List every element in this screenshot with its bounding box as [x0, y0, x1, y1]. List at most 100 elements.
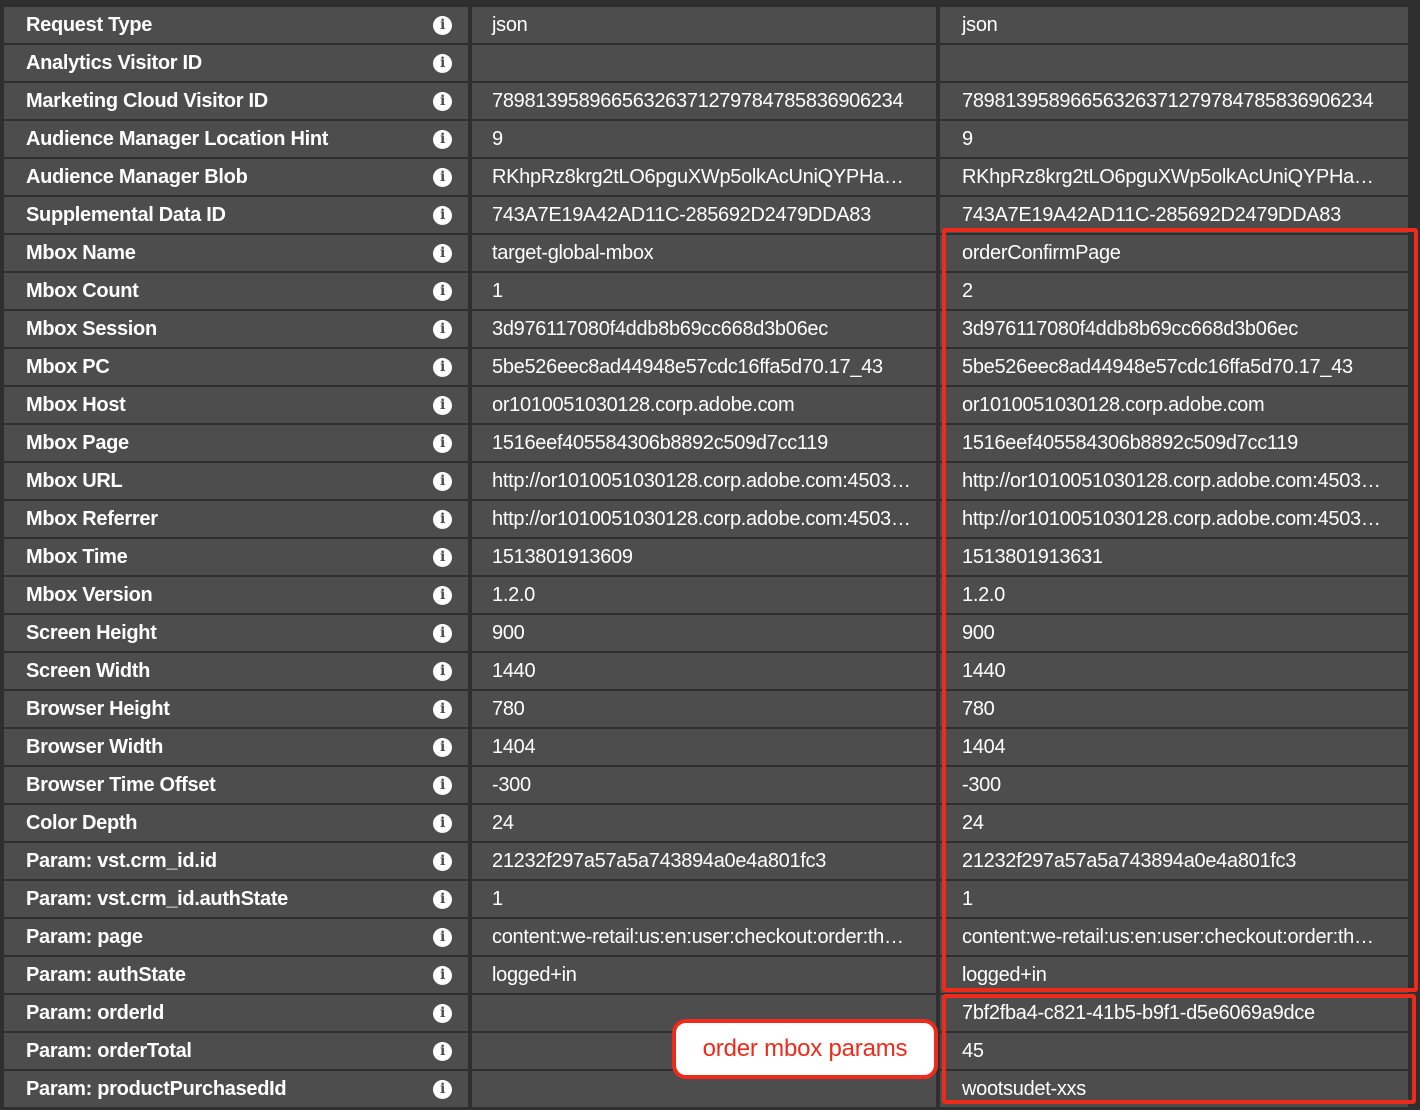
info-icon[interactable]: i	[433, 928, 452, 947]
request-2-value: 1404	[940, 729, 1408, 765]
info-icon[interactable]: i	[433, 1042, 452, 1061]
param-label-text: Param: vst.crm_id.authState	[26, 888, 288, 910]
info-icon[interactable]: i	[433, 738, 452, 757]
request-2-value: 45	[940, 1033, 1408, 1069]
param-label: Mbox Page i	[4, 425, 468, 461]
table-row: Audience Manager Blob i RKhpRz8krg2tLO6pgu…	[0, 158, 1420, 196]
request-2-value: 1	[940, 881, 1408, 917]
info-icon[interactable]: i	[433, 320, 452, 339]
info-icon[interactable]: i	[433, 282, 452, 301]
info-icon[interactable]: i	[433, 54, 452, 73]
request-2-value: 743A7E19A42AD11C-285692D2479DDA83	[940, 197, 1408, 233]
table-row: Browser Time Offset i -300 -300	[0, 766, 1420, 804]
callout-order-mbox-params: order mbox params	[672, 1019, 938, 1079]
table-row: Color Depth i 24 24	[0, 804, 1420, 842]
request-2-value: 7bf2fba4-c821-41b5-b9f1-d5e6069a9dce	[940, 995, 1408, 1031]
request-2-value: http://or1010051030128.corp.adobe.com:45…	[940, 463, 1408, 499]
info-icon[interactable]: i	[433, 434, 452, 453]
info-icon[interactable]: i	[433, 130, 452, 149]
param-label-text: Screen Height	[26, 622, 157, 644]
request-2-value: 2	[940, 273, 1408, 309]
request-1-value: -300	[472, 767, 936, 803]
request-1-value: 9	[472, 121, 936, 157]
info-icon[interactable]: i	[433, 358, 452, 377]
info-icon[interactable]: i	[433, 776, 452, 795]
info-icon[interactable]: i	[433, 624, 452, 643]
request-1-value: logged+in	[472, 957, 936, 993]
request-1-value: 900	[472, 615, 936, 651]
param-label: Analytics Visitor ID i	[4, 45, 468, 81]
param-label-text: Mbox PC	[26, 356, 110, 378]
param-label-text: Analytics Visitor ID	[26, 52, 202, 74]
param-label: Browser Width i	[4, 729, 468, 765]
param-label: Mbox Time i	[4, 539, 468, 575]
request-2-value: 1440	[940, 653, 1408, 689]
request-1-value: http://or1010051030128.corp.adobe.com:45…	[472, 501, 936, 537]
param-label-text: Mbox Name	[26, 242, 136, 264]
param-label: Param: authState i	[4, 957, 468, 993]
info-icon[interactable]: i	[433, 890, 452, 909]
table-row: Screen Height i 900 900	[0, 614, 1420, 652]
param-label: Mbox Name i	[4, 235, 468, 271]
info-icon[interactable]: i	[433, 472, 452, 491]
info-icon[interactable]: i	[433, 168, 452, 187]
request-1-value: 743A7E19A42AD11C-285692D2479DDA83	[472, 197, 936, 233]
request-2-value: 24	[940, 805, 1408, 841]
table-row: Mbox Time i 1513801913609 1513801913631	[0, 538, 1420, 576]
info-icon[interactable]: i	[433, 814, 452, 833]
param-label-text: Browser Time Offset	[26, 774, 216, 796]
param-label-text: Param: orderTotal	[26, 1040, 192, 1062]
param-label: Param: vst.crm_id.id i	[4, 843, 468, 879]
table-row: Mbox Referrer i http://or1010051030128.cor…	[0, 500, 1420, 538]
table-row: Mbox Host i or1010051030128.corp.adobe.com…	[0, 386, 1420, 424]
request-2-value: 1516eef405584306b8892c509d7cc119	[940, 425, 1408, 461]
request-1-value: 3d976117080f4ddb8b69cc668d3b06ec	[472, 311, 936, 347]
table-row: Browser Height i 780 780	[0, 690, 1420, 728]
request-2-value: 3d976117080f4ddb8b69cc668d3b06ec	[940, 311, 1408, 347]
request-2-value: 5be526eec8ad44948e57cdc16ffa5d70.17_43	[940, 349, 1408, 385]
info-icon[interactable]: i	[433, 92, 452, 111]
param-label: Param: orderTotal i	[4, 1033, 468, 1069]
info-icon[interactable]: i	[433, 966, 452, 985]
request-1-value: http://or1010051030128.corp.adobe.com:45…	[472, 463, 936, 499]
param-label: Mbox Count i	[4, 273, 468, 309]
table-row: Param: vst.crm_id.id i 21232f297a57a5a7438…	[0, 842, 1420, 880]
request-1-value: 78981395896656326371279784785836906234	[472, 83, 936, 119]
info-icon[interactable]: i	[433, 396, 452, 415]
param-label-text: Marketing Cloud Visitor ID	[26, 90, 268, 112]
info-icon[interactable]: i	[433, 700, 452, 719]
table-row: Request Type i json json	[0, 6, 1420, 44]
param-label: Mbox Session i	[4, 311, 468, 347]
param-label-text: Mbox Page	[26, 432, 129, 454]
request-1-value: 780	[472, 691, 936, 727]
request-1-value: 1513801913609	[472, 539, 936, 575]
request-1-value: content:we-retail:us:en:user:checkout:or…	[472, 919, 936, 955]
info-icon[interactable]: i	[433, 548, 452, 567]
request-2-value: content:we-retail:us:en:user:checkout:or…	[940, 919, 1408, 955]
info-icon[interactable]: i	[433, 586, 452, 605]
info-icon[interactable]: i	[433, 852, 452, 871]
table-row: Param: vst.crm_id.authState i 1 1	[0, 880, 1420, 918]
param-label: Mbox Referrer i	[4, 501, 468, 537]
table-row: Mbox URL i http://or1010051030128.corp.ado…	[0, 462, 1420, 500]
request-2-value: RKhpRz8krg2tLO6pguXWp5olkAcUniQYPHa…	[940, 159, 1408, 195]
param-label-text: Audience Manager Location Hint	[26, 128, 329, 150]
info-icon[interactable]: i	[433, 206, 452, 225]
param-label: Param: vst.crm_id.authState i	[4, 881, 468, 917]
info-icon[interactable]: i	[433, 510, 452, 529]
param-label-text: Browser Height	[26, 698, 170, 720]
table-row: Mbox Count i 1 2	[0, 272, 1420, 310]
info-icon[interactable]: i	[433, 244, 452, 263]
param-label-text: Mbox Referrer	[26, 508, 158, 530]
param-label-text: Color Depth	[26, 812, 138, 834]
info-icon[interactable]: i	[433, 16, 452, 35]
request-2-value: 1513801913631	[940, 539, 1408, 575]
request-1-value: 1440	[472, 653, 936, 689]
request-2-value: or1010051030128.corp.adobe.com	[940, 387, 1408, 423]
param-label-text: Param: page	[26, 926, 143, 948]
table-row: Mbox PC i 5be526eec8ad44948e57cdc16ffa5d70…	[0, 348, 1420, 386]
info-icon[interactable]: i	[433, 662, 452, 681]
param-label: Mbox PC i	[4, 349, 468, 385]
info-icon[interactable]: i	[433, 1004, 452, 1023]
info-icon[interactable]: i	[433, 1080, 452, 1099]
